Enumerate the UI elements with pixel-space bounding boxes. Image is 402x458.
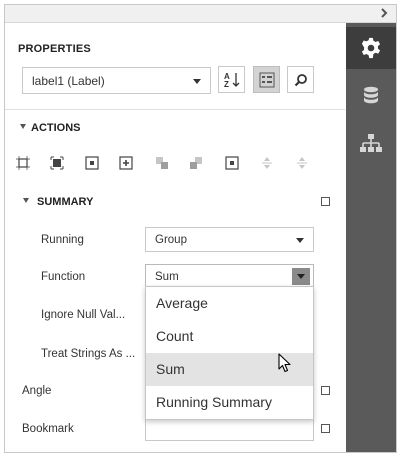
actions-section-header[interactable]: ACTIONS xyxy=(31,122,81,134)
bookmark-label: Bookmark xyxy=(22,423,74,435)
function-label: Function xyxy=(41,271,86,283)
categorized-icon xyxy=(259,72,274,87)
function-value: Sum xyxy=(155,271,179,283)
sort-alpha-icon: A Z xyxy=(224,72,239,89)
dropdown-option-count[interactable]: Count xyxy=(146,320,313,353)
categorized-button[interactable] xyxy=(253,66,280,93)
center-vertically-icon[interactable] xyxy=(119,156,133,170)
angle-label: Angle xyxy=(22,385,52,397)
panel-top-bar xyxy=(5,5,396,23)
expand-summary-icon[interactable] xyxy=(23,198,29,203)
running-label: Running xyxy=(41,234,84,246)
treat-strings-as-zero-label: Treat Strings As ... xyxy=(41,348,136,360)
ignore-null-values-label: Ignore Null Val... xyxy=(41,309,126,321)
chevron-down-icon xyxy=(296,238,304,243)
sort-alphabetically-button[interactable]: A Z xyxy=(218,66,245,93)
running-value: Group xyxy=(155,234,187,246)
anchor-horizontal-icon xyxy=(297,157,307,169)
bring-to-front-icon xyxy=(156,157,168,169)
dropdown-option-average[interactable]: Average xyxy=(146,287,313,320)
component-selector[interactable]: label1 (Label) xyxy=(22,67,211,94)
tab-field-list[interactable] xyxy=(346,75,396,117)
gear-icon xyxy=(361,37,381,59)
hierarchy-icon xyxy=(360,134,382,152)
properties-panel: PROPERTIES label1 (Label) A Z ACTIONS SU… xyxy=(4,4,397,453)
send-to-back-icon xyxy=(190,157,202,169)
panel-title: PROPERTIES xyxy=(18,43,91,55)
search-button[interactable] xyxy=(287,66,314,93)
chevron-down-icon xyxy=(297,274,305,279)
summary-checkbox[interactable] xyxy=(321,197,330,206)
center-horizontally-icon[interactable] xyxy=(85,156,99,170)
summary-section-header[interactable]: SUMMARY xyxy=(37,196,93,208)
chevron-right-icon[interactable] xyxy=(378,7,390,19)
angle-checkbox[interactable] xyxy=(321,386,330,395)
function-dropdown-button[interactable] xyxy=(292,268,310,285)
bookmark-checkbox[interactable] xyxy=(321,424,330,433)
database-icon xyxy=(364,86,378,104)
divider xyxy=(5,109,345,110)
dropdown-option-running-summary[interactable]: Running Summary xyxy=(146,386,313,419)
tab-report-explorer[interactable] xyxy=(346,123,396,165)
running-editor[interactable]: Group xyxy=(145,227,314,252)
anchor-vertical-icon xyxy=(262,157,272,169)
search-icon xyxy=(294,73,307,86)
component-selector-value: label1 (Label) xyxy=(32,74,105,88)
align-to-grid-icon[interactable] xyxy=(16,156,30,170)
svg-text:Z: Z xyxy=(224,80,229,89)
tab-properties[interactable] xyxy=(346,27,396,69)
mouse-pointer-icon xyxy=(278,353,291,373)
fit-bounds-icon[interactable] xyxy=(225,156,239,170)
tab-sidebar xyxy=(346,23,396,452)
size-to-grid-icon[interactable] xyxy=(50,156,64,170)
expand-actions-icon[interactable] xyxy=(20,124,26,129)
chevron-down-icon xyxy=(193,79,201,84)
